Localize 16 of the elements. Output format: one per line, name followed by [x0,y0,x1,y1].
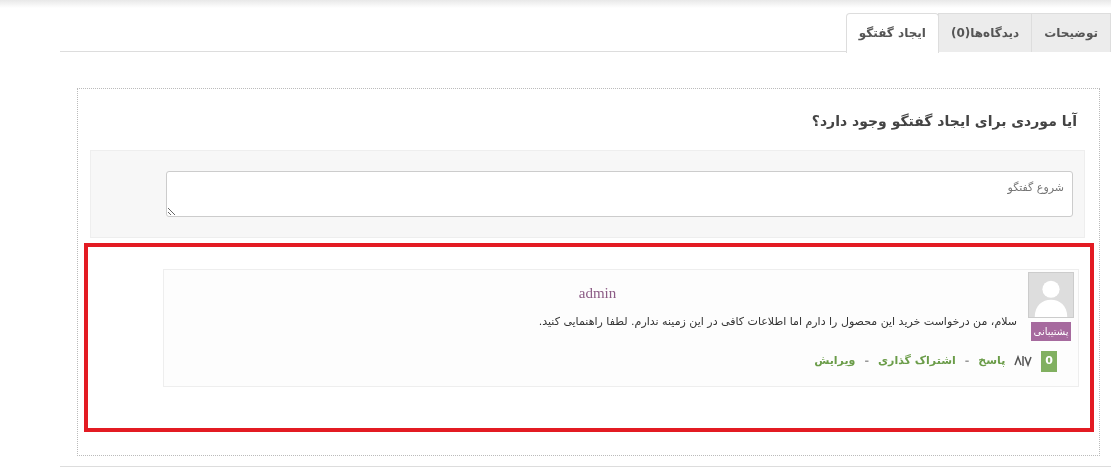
vote-count: 0 [1041,351,1057,372]
separator: - [964,353,970,369]
avatar-icon [1028,272,1074,318]
action-link[interactable]: ویرایش [814,353,856,370]
vote-arrows-icon[interactable] [1014,355,1033,368]
role-badge: پشتیبانی [1030,322,1072,341]
action-link[interactable]: اشتراک گذاری [878,353,956,370]
action-link[interactable]: پاسخ [978,353,1006,370]
comment-text: سلام، من درخواست خرید این محصول را دارم اما اطلاعات کافی در این زمینه ندارم. لطفا راهنمایی کنید. [537,313,1017,330]
tab[interactable]: دیدگاه‌ها(0) [937,13,1033,52]
tab[interactable]: توضیحات [1031,13,1111,52]
textarea-field[interactable]: شروع گفتگو [166,171,1073,217]
separator: - [864,353,869,369]
author-name: admin [577,284,618,303]
tab[interactable]: ایجاد گفتگو [845,13,939,53]
heading: آیا موردی برای ایجاد گفتگو وجود دارد؟ [810,111,1077,132]
